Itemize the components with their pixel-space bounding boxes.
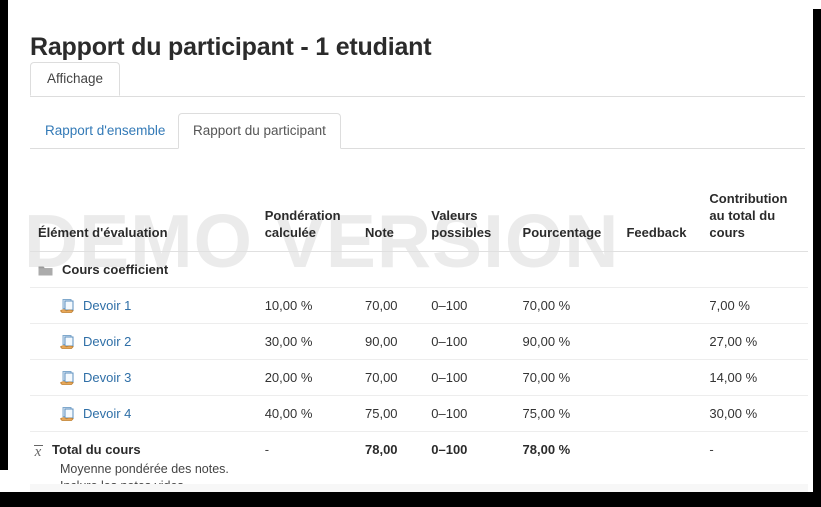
item-link[interactable]: Devoir 2 xyxy=(83,334,131,349)
table-row: Devoir 2 30,00 % 90,00 0–100 90,00 % 27,… xyxy=(30,323,808,360)
total-weight: - xyxy=(256,431,357,492)
table-row: Devoir 3 20,00 % 70,00 0–100 70,00 % 14,… xyxy=(30,359,808,396)
header-grade: Note xyxy=(357,186,424,252)
table-row-category: Cours coefficient xyxy=(30,251,808,288)
cell-grade: 75,00 xyxy=(357,395,424,432)
frame-notch-bottom-left xyxy=(0,470,8,492)
header-contribution: Contribution au total du cours xyxy=(701,186,808,252)
table-row: Devoir 1 10,00 % 70,00 0–100 70,00 % 7,0… xyxy=(30,287,808,324)
item-link[interactable]: Devoir 3 xyxy=(83,370,131,385)
total-cell: x Total du cours Moyenne pondérée des no… xyxy=(30,431,257,492)
cell-range: 0–100 xyxy=(423,287,515,324)
cell-weight: 30,00 % xyxy=(256,323,357,360)
page-surface: DEMO VERSION Rapport du participant - 1 … xyxy=(8,0,813,492)
assignment-icon xyxy=(60,371,76,385)
cell-percentage: 90,00 % xyxy=(514,323,619,360)
header-feedback: Feedback xyxy=(618,186,702,252)
assignment-icon xyxy=(60,335,76,349)
page-title: Rapport du participant - 1 etudiant xyxy=(30,32,432,61)
item-cell: Devoir 3 xyxy=(30,359,257,396)
total-contribution: - xyxy=(701,431,808,492)
tab-rapport-du-participant[interactable]: Rapport du participant xyxy=(178,113,341,149)
header-range: Valeurs possibles xyxy=(423,186,515,252)
cell-weight: 40,00 % xyxy=(256,395,357,432)
cell-weight: 20,00 % xyxy=(256,359,357,396)
total-percentage: 78,00 % xyxy=(514,431,619,492)
cell-percentage: 75,00 % xyxy=(514,395,619,432)
frame-notch-top-right xyxy=(813,0,821,9)
cell-feedback xyxy=(618,395,702,432)
total-range: 0–100 xyxy=(423,431,515,492)
cell-contribution: 7,00 % xyxy=(701,287,808,324)
cell-feedback xyxy=(618,359,702,396)
cell-grade: 90,00 xyxy=(357,323,424,360)
header-percentage: Pourcentage xyxy=(514,186,619,252)
header-weight: Pondération calculée xyxy=(256,186,357,252)
mean-icon: x xyxy=(33,444,43,460)
total-feedback xyxy=(618,431,702,492)
primary-tab-bar: Affichage xyxy=(30,62,805,97)
window-frame: DEMO VERSION Rapport du participant - 1 … xyxy=(0,0,821,507)
cell-grade: 70,00 xyxy=(357,287,424,324)
item-link[interactable]: Devoir 1 xyxy=(83,298,131,313)
total-grade: 78,00 xyxy=(357,431,424,492)
item-cell: Devoir 4 xyxy=(30,395,257,432)
cell-grade: 70,00 xyxy=(357,359,424,396)
cell-percentage: 70,00 % xyxy=(514,287,619,324)
cell-contribution: 27,00 % xyxy=(701,323,808,360)
assignment-icon xyxy=(60,407,76,421)
item-link[interactable]: Devoir 4 xyxy=(83,406,131,421)
total-row-fill xyxy=(30,484,808,492)
cell-contribution: 30,00 % xyxy=(701,395,808,432)
table-header-row: Élément d'évaluation Pondération calculé… xyxy=(30,186,808,252)
item-cell: Devoir 1 xyxy=(30,287,257,324)
cell-range: 0–100 xyxy=(423,395,515,432)
cell-range: 0–100 xyxy=(423,323,515,360)
secondary-tab-bar: Rapport d'ensemble Rapport du participan… xyxy=(30,113,805,149)
category-cell: Cours coefficient xyxy=(30,251,808,288)
cell-weight: 10,00 % xyxy=(256,287,357,324)
total-note-line-1: Moyenne pondérée des notes. xyxy=(60,462,229,476)
total-label: Total du cours xyxy=(52,442,141,457)
tab-rapport-densemble[interactable]: Rapport d'ensemble xyxy=(30,113,180,149)
table-row: Devoir 4 40,00 % 75,00 0–100 75,00 % 30,… xyxy=(30,395,808,432)
cell-contribution: 14,00 % xyxy=(701,359,808,396)
cell-range: 0–100 xyxy=(423,359,515,396)
cell-feedback xyxy=(618,287,702,324)
item-cell: Devoir 2 xyxy=(30,323,257,360)
category-name: Cours coefficient xyxy=(62,262,169,277)
grade-report-table: Élément d'évaluation Pondération calculé… xyxy=(30,186,808,492)
cell-percentage: 70,00 % xyxy=(514,359,619,396)
cell-feedback xyxy=(618,323,702,360)
assignment-icon xyxy=(60,299,76,313)
table-row-total: x Total du cours Moyenne pondérée des no… xyxy=(30,431,808,492)
tab-affichage[interactable]: Affichage xyxy=(30,62,121,96)
header-item: Élément d'évaluation xyxy=(30,186,257,252)
folder-icon xyxy=(38,265,53,277)
